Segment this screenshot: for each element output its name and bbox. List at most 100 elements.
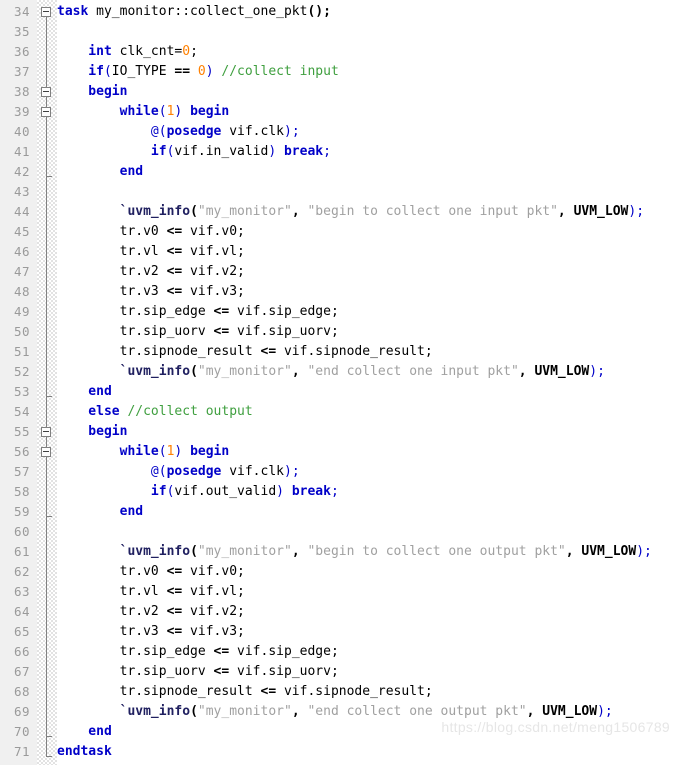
code-line[interactable]: 48 tr.v3 <= vif.v3; xyxy=(0,282,676,302)
token-ident: vif.sip_edge; xyxy=(229,644,339,659)
code-line[interactable]: 71 endtask xyxy=(0,742,676,762)
token-num: 0 xyxy=(182,44,191,59)
token-bold: UVM_LOW xyxy=(573,204,629,219)
code-text: tr.v3 <= vif.v3; xyxy=(57,622,245,642)
code-line[interactable]: 62 tr.v0 <= vif.v0; xyxy=(0,562,676,582)
line-number: 64 xyxy=(13,604,30,619)
line-number: 45 xyxy=(13,224,30,239)
token-kw: else xyxy=(57,404,120,419)
code-line[interactable]: 41 if(vif.in_valid) break; xyxy=(0,142,676,162)
token-ident xyxy=(284,484,292,499)
code-text: begin xyxy=(57,82,127,102)
token-bold: , xyxy=(518,364,535,379)
code-line[interactable]: 37 if(IO_TYPE == 0) //collect input xyxy=(0,62,676,82)
code-line[interactable]: 43 xyxy=(0,182,676,202)
fold-collapse-icon[interactable] xyxy=(41,447,51,457)
token-ident: vif.sipnode_result; xyxy=(276,684,433,699)
token-punc-b: ); xyxy=(628,204,645,219)
code-text: tr.sipnode_result <= vif.sipnode_result; xyxy=(57,682,433,702)
line-number: 60 xyxy=(13,524,30,539)
code-line[interactable]: 44 `uvm_info("my_monitor", "begin to col… xyxy=(0,202,676,222)
token-bold: <= xyxy=(213,644,230,659)
token-ident: vif.v3; xyxy=(182,624,245,639)
code-text: while(1) begin xyxy=(57,442,230,462)
fold-end-marker-icon xyxy=(46,396,52,397)
code-line[interactable]: 46 tr.vl <= vif.vl; xyxy=(0,242,676,262)
token-ident: tr.sipnode_result xyxy=(57,684,261,699)
token-bold: UVM_LOW xyxy=(542,704,598,719)
code-line[interactable]: 64 tr.v2 <= vif.v2; xyxy=(0,602,676,622)
code-line[interactable]: 57 @(posedge vif.clk); xyxy=(0,462,676,482)
code-text: tr.sip_uorv <= vif.sip_uorv; xyxy=(57,322,339,342)
line-number: 49 xyxy=(13,304,30,319)
line-number: 67 xyxy=(13,664,30,679)
code-line[interactable]: 65 tr.v3 <= vif.v3; xyxy=(0,622,676,642)
line-number: 42 xyxy=(13,164,30,179)
token-ident: IO_TYPE xyxy=(111,64,175,79)
token-ident: vif.clk xyxy=(221,124,284,139)
code-line[interactable]: 50 tr.sip_uorv <= vif.sip_uorv; xyxy=(0,322,676,342)
code-text: end xyxy=(57,162,143,182)
code-line[interactable]: 54 else //collect output xyxy=(0,402,676,422)
line-number: 52 xyxy=(13,364,30,379)
fold-collapse-icon[interactable] xyxy=(41,107,51,117)
token-bold: <= xyxy=(166,284,183,299)
token-ident: tr.sip_uorv xyxy=(57,664,214,679)
token-punc-b: ( xyxy=(158,104,167,119)
token-ident: vif.sip_uorv; xyxy=(229,664,339,679)
fold-collapse-icon[interactable] xyxy=(41,427,51,437)
code-line[interactable]: 38 begin xyxy=(0,82,676,102)
line-number: 35 xyxy=(13,24,30,39)
token-kw: end xyxy=(57,384,112,399)
code-line[interactable]: 55 begin xyxy=(0,422,676,442)
code-text: `uvm_info("my_monitor", "end collect one… xyxy=(57,362,605,382)
code-line[interactable]: 59 end xyxy=(0,502,676,522)
code-line[interactable]: 47 tr.v2 <= vif.v2; xyxy=(0,262,676,282)
token-mac: `uvm_info xyxy=(57,544,191,559)
code-line[interactable]: 70 end xyxy=(0,722,676,742)
code-line[interactable]: 53 end xyxy=(0,382,676,402)
code-line[interactable]: 36 int clk_cnt=0; xyxy=(0,42,676,62)
token-punc-b: ) xyxy=(276,484,284,499)
token-ident: tr.v2 xyxy=(57,264,167,279)
token-bold: , xyxy=(291,704,308,719)
token-punc-b: @( xyxy=(57,124,167,139)
token-cmt: //collect output xyxy=(127,404,253,419)
code-line[interactable]: 35 xyxy=(0,22,676,42)
fold-collapse-icon[interactable] xyxy=(41,87,51,97)
code-text: tr.vl <= vif.vl; xyxy=(57,582,245,602)
code-line[interactable]: 63 tr.vl <= vif.vl; xyxy=(0,582,676,602)
code-text: tr.v0 <= vif.v0; xyxy=(57,222,245,242)
code-line[interactable]: 60 xyxy=(0,522,676,542)
code-line[interactable]: 39 while(1) begin xyxy=(0,102,676,122)
code-line[interactable]: 51 tr.sipnode_result <= vif.sipnode_resu… xyxy=(0,342,676,362)
token-punc-b: ) xyxy=(205,64,214,79)
code-line[interactable]: 49 tr.sip_edge <= vif.sip_edge; xyxy=(0,302,676,322)
code-line[interactable]: 67 tr.sip_uorv <= vif.sip_uorv; xyxy=(0,662,676,682)
code-line[interactable]: 68 tr.sipnode_result <= vif.sipnode_resu… xyxy=(0,682,676,702)
token-mac: `uvm_info xyxy=(57,364,191,379)
fold-collapse-icon[interactable] xyxy=(41,7,51,17)
token-kw: begin xyxy=(190,104,230,119)
code-text: tr.sip_edge <= vif.sip_edge; xyxy=(57,302,339,322)
token-bold: <= xyxy=(213,324,230,339)
code-line[interactable]: 40 @(posedge vif.clk); xyxy=(0,122,676,142)
code-line[interactable]: 61 `uvm_info("my_monitor", "begin to col… xyxy=(0,542,676,562)
token-ident: tr.v2 xyxy=(57,604,167,619)
code-editor[interactable]: 34 task my_monitor::collect_one_pkt();353… xyxy=(0,0,676,765)
token-str: "my_monitor" xyxy=(197,364,292,379)
token-ident: vif.in_valid xyxy=(174,144,269,159)
code-line[interactable]: 58 if(vif.out_valid) break; xyxy=(0,482,676,502)
code-line[interactable]: 45 tr.v0 <= vif.v0; xyxy=(0,222,676,242)
code-text: tr.sip_uorv <= vif.sip_uorv; xyxy=(57,662,339,682)
code-line[interactable]: 69 `uvm_info("my_monitor", "end collect … xyxy=(0,702,676,722)
code-line[interactable]: 52 `uvm_info("my_monitor", "end collect … xyxy=(0,362,676,382)
code-line[interactable]: 66 tr.sip_edge <= vif.sip_edge; xyxy=(0,642,676,662)
code-line[interactable]: 34 task my_monitor::collect_one_pkt(); xyxy=(0,2,676,22)
token-bold: UVM_LOW xyxy=(581,544,637,559)
code-line[interactable]: 56 while(1) begin xyxy=(0,442,676,462)
code-line[interactable]: 42 end xyxy=(0,162,676,182)
code-text: `uvm_info("my_monitor", "begin to collec… xyxy=(57,202,644,222)
code-text: @(posedge vif.clk); xyxy=(57,462,300,482)
line-number: 66 xyxy=(13,644,30,659)
